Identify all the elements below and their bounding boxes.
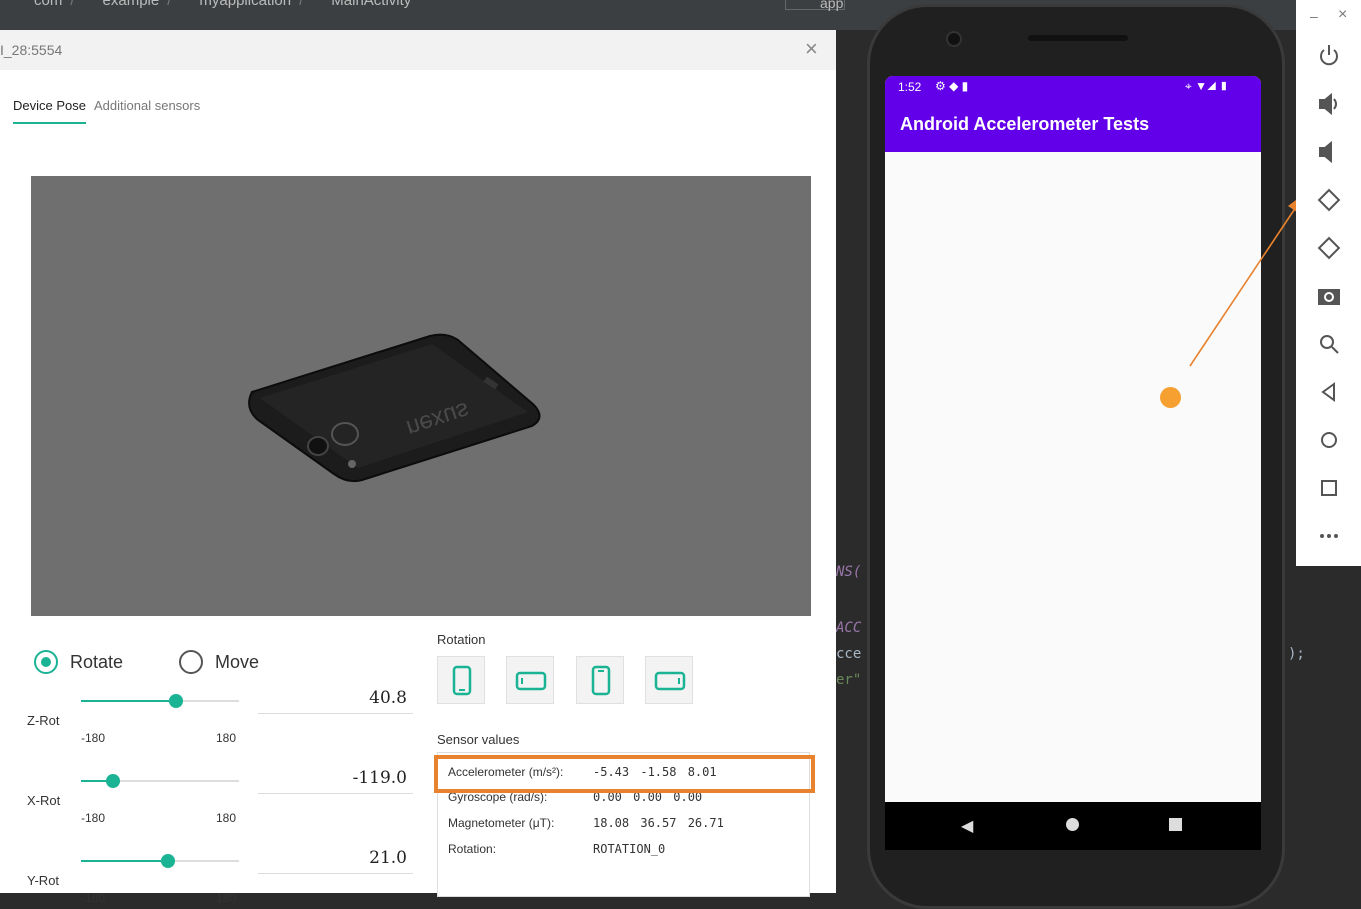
reverse-landscape-icon — [654, 671, 686, 691]
breadcrumb-item[interactable]: com — [34, 0, 62, 9]
phone-screen[interactable]: 1:52 ⚙ ◆ ▮ ⌖ ▼◢ ▮ Android Accelerometer … — [885, 76, 1261, 802]
rotation-label: Rotation — [437, 632, 486, 647]
y-rot-label: Y-Rot — [27, 873, 60, 888]
sensor-values-label: Sensor values — [437, 732, 520, 747]
dialog-titlebar[interactable]: I_28:5554 × — [0, 30, 836, 70]
x-rot-max: 180 — [216, 811, 237, 825]
x-rot-min: -180 — [81, 811, 106, 825]
annotation-arrow — [1189, 194, 1304, 367]
back-icon — [1321, 382, 1335, 402]
status-bar: 1:52 ⚙ ◆ ▮ ⌖ ▼◢ ▮ — [885, 76, 1261, 98]
y-rot-value-field[interactable]: 21.0 — [258, 844, 413, 874]
run-config-select[interactable]: app — [785, 0, 845, 11]
speaker-grille — [1028, 35, 1128, 41]
rotate-right-icon — [1317, 236, 1341, 260]
dialog-body: Device Pose Additional sensors nexus Rot… — [0, 70, 836, 905]
extended-controls-dialog: I_28:5554 × Device Pose Additional senso… — [0, 30, 836, 905]
nav-overview-icon[interactable] — [1169, 818, 1182, 831]
tab-additional-sensors[interactable]: Additional sensors — [94, 98, 200, 113]
accelerometer-highlight — [434, 755, 815, 793]
magnetometer-values: 18.08 36.57 26.71 — [593, 816, 724, 830]
code-fragment: NS( — [836, 564, 862, 580]
status-time: 1:52 — [898, 80, 922, 94]
code-fragment: cce — [836, 646, 862, 662]
rotate-label[interactable]: Rotate — [70, 652, 123, 673]
minimize-icon[interactable]: – — [1310, 8, 1318, 24]
y-rot-slider-thumb[interactable] — [161, 854, 175, 868]
rotation-sensor-value: ROTATION_0 — [593, 842, 666, 856]
landscape-button[interactable] — [506, 656, 554, 704]
reverse-portrait-button[interactable] — [576, 656, 624, 704]
reverse-landscape-button[interactable] — [645, 656, 693, 704]
move-label[interactable]: Move — [215, 652, 259, 673]
z-rot-label: Z-Rot — [27, 713, 60, 728]
code-fragment: er" — [836, 672, 862, 688]
app-bar: Android Accelerometer Tests — [885, 98, 1261, 152]
breadcrumb-item[interactable]: example — [103, 0, 160, 9]
breadcrumb-item[interactable]: myapplication — [199, 0, 291, 9]
z-rot-max: 180 — [216, 731, 237, 745]
z-rot-slider-thumb[interactable] — [169, 694, 183, 708]
more-icon — [1320, 534, 1338, 538]
x-rot-value-field[interactable]: -119.0 — [258, 764, 413, 794]
power-icon — [1320, 45, 1338, 66]
rotate-radio[interactable] — [34, 650, 58, 674]
home-icon — [1321, 432, 1337, 448]
volume-down-icon — [1319, 140, 1332, 164]
camera-icon — [1318, 289, 1340, 305]
reverse-portrait-icon — [591, 665, 611, 696]
nav-home-icon[interactable] — [1066, 818, 1079, 831]
z-rot-value-field[interactable]: 40.8 — [258, 684, 413, 714]
accelerometer-ball — [1160, 387, 1181, 408]
portrait-icon — [452, 665, 472, 696]
device-3d-viewport[interactable]: nexus — [31, 176, 811, 616]
portrait-button[interactable] — [437, 656, 485, 704]
z-rot-slider-fill — [81, 700, 176, 702]
code-fragment: ); — [1288, 646, 1305, 662]
nav-back-icon[interactable]: ◀ — [961, 816, 973, 836]
breadcrumb: com / example / myapplication / MainActivity — [0, 0, 411, 12]
magnetometer-label: Magnetometer (μT): — [448, 816, 555, 830]
signal-icons: ⌖ ▼◢ ▮ — [1185, 79, 1229, 93]
landscape-icon — [515, 671, 547, 691]
close-icon[interactable]: × — [1338, 6, 1347, 24]
navigation-bar: ◀ — [885, 802, 1261, 850]
move-radio[interactable] — [179, 650, 203, 674]
breadcrumb-item[interactable]: MainActivity — [331, 0, 411, 9]
y-rot-slider-fill — [81, 860, 168, 862]
tab-device-pose[interactable]: Device Pose — [13, 98, 86, 113]
toolbar-icons — [1317, 45, 1341, 538]
overview-icon — [1321, 480, 1337, 496]
zoom-icon — [1320, 335, 1339, 354]
app-title: Android Accelerometer Tests — [900, 114, 1150, 134]
dialog-title: I_28:5554 — [0, 42, 63, 58]
x-rot-label: X-Rot — [27, 793, 61, 808]
rotate-left-icon — [1317, 188, 1341, 212]
device-model: nexus — [248, 333, 541, 483]
code-fragment: ACC — [836, 620, 862, 636]
close-icon[interactable]: × — [805, 36, 818, 62]
z-rot-min: -180 — [81, 731, 106, 745]
status-icons: ⚙ ◆ ▮ — [935, 79, 969, 93]
volume-up-icon — [1319, 92, 1337, 116]
front-camera-icon — [946, 31, 962, 47]
x-rot-slider-thumb[interactable] — [106, 774, 120, 788]
camera-lens — [307, 436, 329, 456]
rotation-sensor-label: Rotation: — [448, 842, 497, 856]
y-rot-min: -180 — [81, 891, 106, 905]
y-rot-max: 180 — [216, 891, 237, 905]
active-tab-indicator — [13, 122, 86, 124]
